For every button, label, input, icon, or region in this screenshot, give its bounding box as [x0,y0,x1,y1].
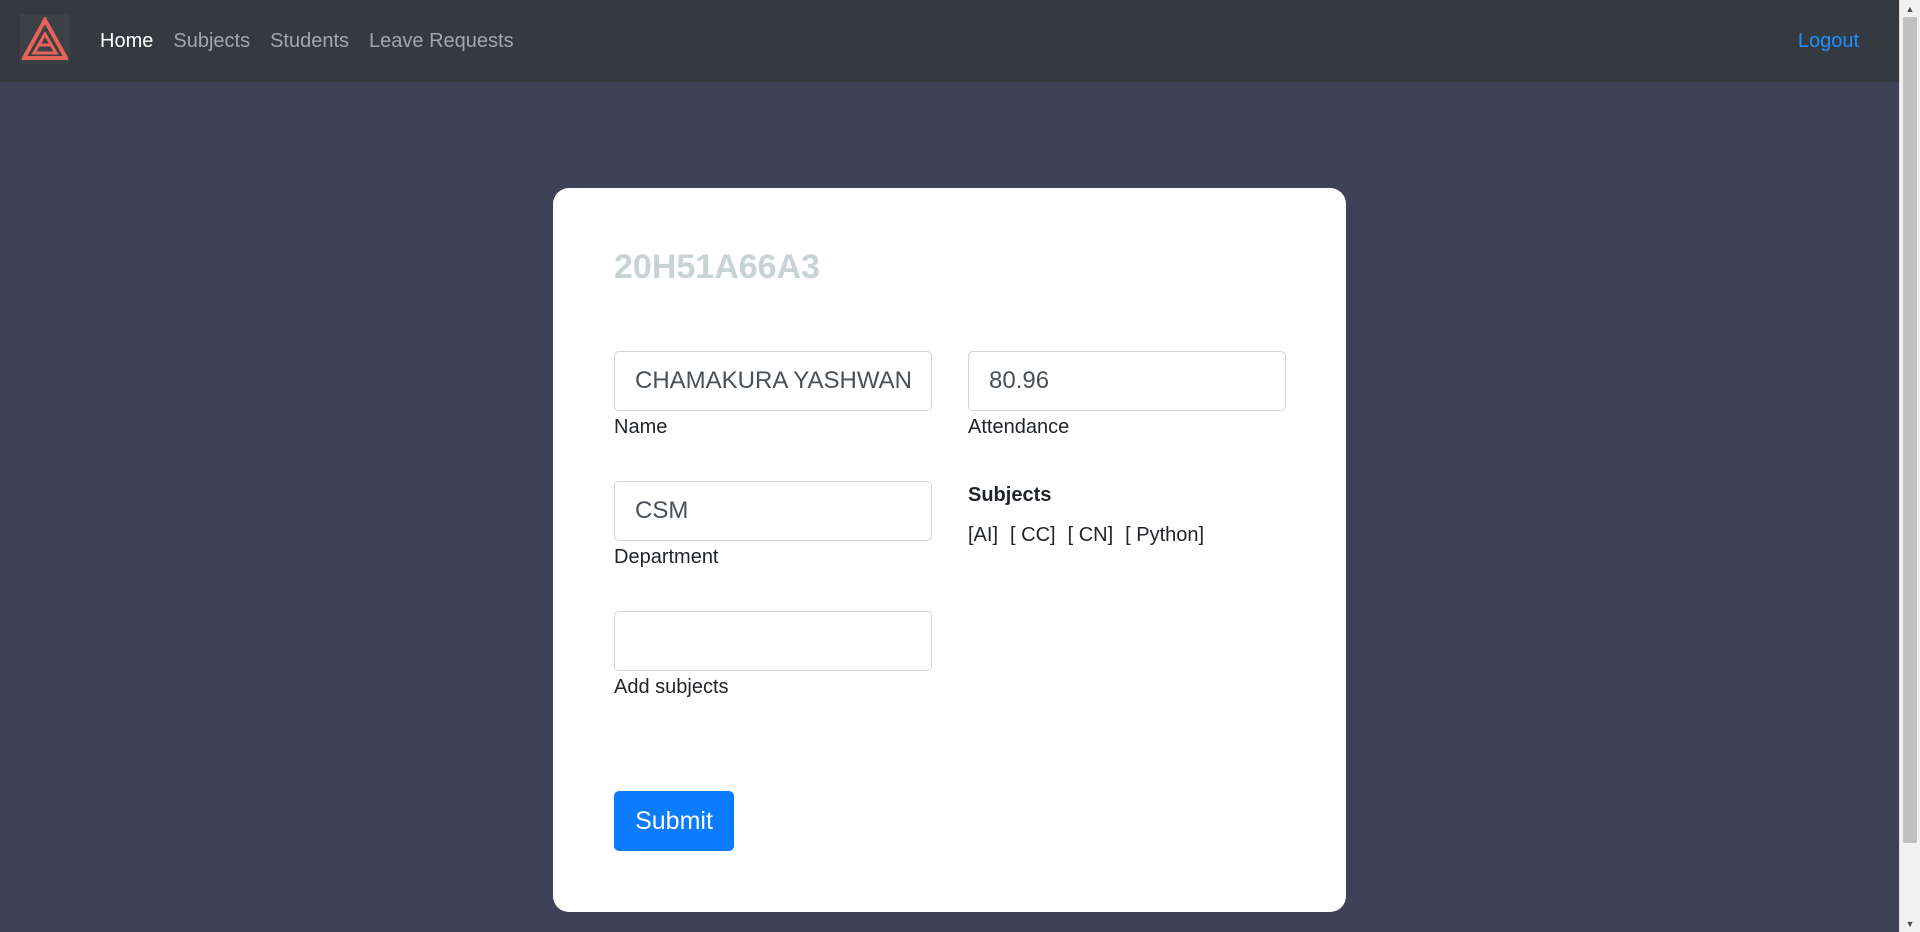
student-edit-card: 20H51A66A3 Name Attendance Department Su… [553,188,1346,912]
subjects-list: [AI] [ CC] [ CN] [ Python] [968,524,1216,547]
nav-links: Home Subjects Students Leave Requests [100,0,534,82]
scroll-down-arrow-icon[interactable]: ▼ [1900,915,1920,932]
attendance-input[interactable] [968,351,1286,411]
subject-item: [AI] [968,524,999,546]
triangle-logo-icon [22,17,68,60]
add-subjects-field-group: Add subjects [614,611,932,699]
navbar: Home Subjects Students Leave Requests Lo… [0,0,1899,82]
attendance-field-group: Attendance [968,351,1286,439]
nav-subjects-link[interactable]: Subjects [173,30,250,53]
department-input[interactable] [614,481,932,541]
submit-button[interactable]: Submit [614,791,734,851]
name-field-group: Name [614,351,932,439]
add-subjects-input[interactable] [614,611,932,671]
scrollbar-thumb[interactable] [1903,17,1917,843]
name-label: Name [614,416,668,438]
logout-link[interactable]: Logout [1798,0,1859,82]
student-id-heading: 20H51A66A3 [614,248,821,286]
subjects-heading: Subjects [968,484,1052,506]
name-input[interactable] [614,351,932,411]
department-label: Department [614,546,719,568]
vertical-scrollbar[interactable]: ▲ ▼ [1899,0,1920,932]
attendance-label: Attendance [968,416,1070,438]
subject-item: [ Python] [1125,524,1205,546]
subject-item: [ CC] [1010,524,1056,546]
subject-item: [ CN] [1067,524,1114,546]
nav-home-link[interactable]: Home [100,30,153,53]
brand-logo[interactable] [20,14,70,64]
department-field-group: Department [614,481,932,569]
nav-students-link[interactable]: Students [270,30,349,53]
add-subjects-label: Add subjects [614,676,729,698]
nav-leave-requests-link[interactable]: Leave Requests [369,30,514,53]
scroll-up-arrow-icon[interactable]: ▲ [1900,0,1920,17]
